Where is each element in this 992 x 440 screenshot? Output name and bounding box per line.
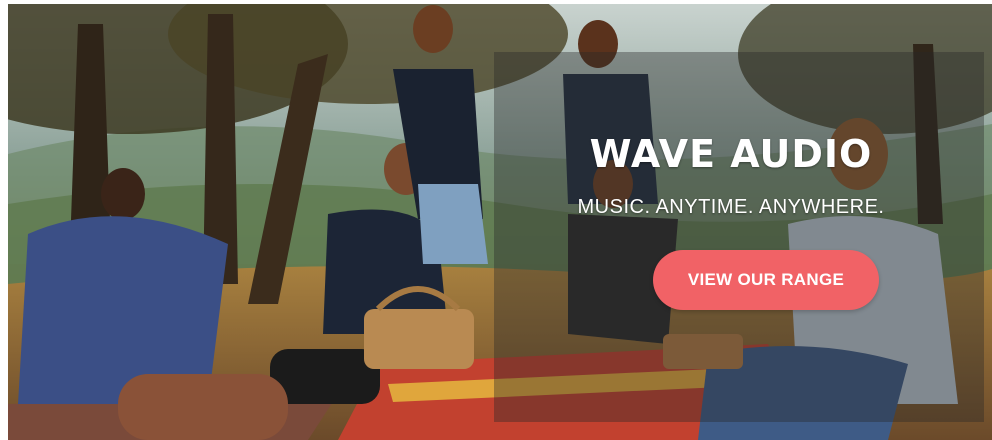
brand-title: WAVE AUDIO bbox=[589, 132, 873, 176]
hero-text-overlay bbox=[494, 52, 984, 422]
brand-tagline: MUSIC. ANYTIME. ANYWHERE. bbox=[577, 196, 885, 218]
view-our-range-button[interactable]: VIEW OUR RANGE bbox=[653, 250, 879, 310]
hero-banner bbox=[8, 4, 992, 440]
